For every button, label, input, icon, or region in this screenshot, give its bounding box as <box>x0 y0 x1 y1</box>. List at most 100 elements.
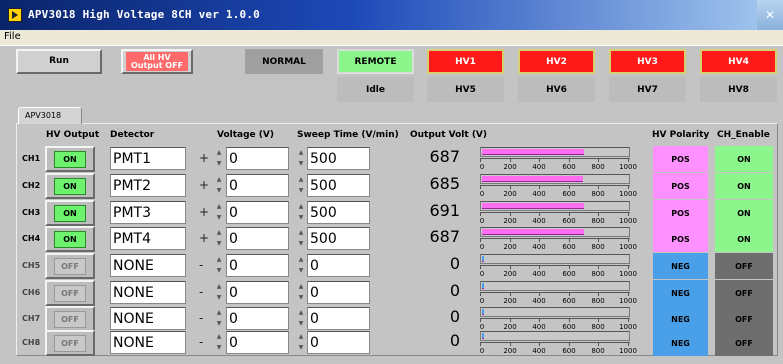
hv-polarity-indicator[interactable]: NEG <box>653 306 708 332</box>
decrement-icon[interactable]: ▼ <box>296 292 306 303</box>
detector-field[interactable]: PMT4 <box>110 227 186 250</box>
sweep-time-input[interactable]: 0 <box>307 331 370 354</box>
voltage-input[interactable]: 0 <box>226 281 289 304</box>
decrement-icon[interactable]: ▼ <box>214 212 224 223</box>
decrement-icon[interactable]: ▼ <box>214 318 224 329</box>
increment-icon[interactable]: ▲ <box>296 307 306 318</box>
hv-output-toggle[interactable]: OFF <box>45 330 95 356</box>
increment-icon[interactable]: ▲ <box>296 281 306 292</box>
increment-icon[interactable]: ▲ <box>296 227 306 238</box>
increment-icon[interactable]: ▲ <box>296 331 306 342</box>
ch-enable-indicator[interactable]: OFF <box>715 306 773 332</box>
sweep-time-input[interactable]: 500 <box>307 147 370 170</box>
detector-field[interactable]: NONE <box>110 281 186 304</box>
voltage-spinner[interactable]: ▲ ▼ <box>214 281 224 304</box>
increment-icon[interactable]: ▲ <box>214 307 224 318</box>
voltage-input[interactable]: 0 <box>226 147 289 170</box>
decrement-icon[interactable]: ▼ <box>214 238 224 249</box>
increment-icon[interactable]: ▲ <box>296 201 306 212</box>
voltage-input[interactable]: 0 <box>226 254 289 277</box>
hv-output-toggle[interactable]: ON <box>45 146 95 172</box>
voltage-spinner[interactable]: ▲ ▼ <box>214 201 224 224</box>
menu-file[interactable]: File <box>4 31 21 42</box>
hv-output-toggle[interactable]: ON <box>45 226 95 252</box>
decrement-icon[interactable]: ▼ <box>214 292 224 303</box>
sweep-spinner[interactable]: ▲ ▼ <box>296 307 306 330</box>
ch-enable-indicator[interactable]: ON <box>715 173 773 199</box>
hv-output-toggle[interactable]: ON <box>45 200 95 226</box>
increment-icon[interactable]: ▲ <box>214 174 224 185</box>
voltage-input[interactable]: 0 <box>226 227 289 250</box>
voltage-spinner[interactable]: ▲ ▼ <box>214 254 224 277</box>
ch-enable-indicator[interactable]: OFF <box>715 280 773 306</box>
increment-icon[interactable]: ▲ <box>214 331 224 342</box>
decrement-icon[interactable]: ▼ <box>214 265 224 276</box>
detector-field[interactable]: NONE <box>110 331 186 354</box>
hv-polarity-indicator[interactable]: POS <box>653 173 708 199</box>
decrement-icon[interactable]: ▼ <box>296 212 306 223</box>
increment-icon[interactable]: ▲ <box>214 227 224 238</box>
hv-polarity-indicator[interactable]: NEG <box>653 330 708 356</box>
decrement-icon[interactable]: ▼ <box>296 265 306 276</box>
decrement-icon[interactable]: ▼ <box>214 158 224 169</box>
sweep-spinner[interactable]: ▲ ▼ <box>296 227 306 250</box>
voltage-input[interactable]: 0 <box>226 307 289 330</box>
all-hv-off-button[interactable]: All HV Output OFF <box>121 49 193 74</box>
run-button[interactable]: Run <box>16 49 102 74</box>
increment-icon[interactable]: ▲ <box>214 147 224 158</box>
decrement-icon[interactable]: ▼ <box>214 342 224 353</box>
detector-field[interactable]: PMT1 <box>110 147 186 170</box>
hv-polarity-indicator[interactable]: NEG <box>653 280 708 306</box>
detector-field[interactable]: PMT2 <box>110 174 186 197</box>
voltage-spinner[interactable]: ▲ ▼ <box>214 174 224 197</box>
increment-icon[interactable]: ▲ <box>214 254 224 265</box>
sweep-time-input[interactable]: 500 <box>307 227 370 250</box>
voltage-input[interactable]: 0 <box>226 174 289 197</box>
voltage-input[interactable]: 0 <box>226 331 289 354</box>
hv-polarity-indicator[interactable]: POS <box>653 200 708 226</box>
sweep-spinner[interactable]: ▲ ▼ <box>296 254 306 277</box>
sweep-spinner[interactable]: ▲ ▼ <box>296 147 306 170</box>
hv-output-toggle[interactable]: OFF <box>45 253 95 279</box>
sweep-time-input[interactable]: 500 <box>307 174 370 197</box>
ch-enable-indicator[interactable]: ON <box>715 226 773 252</box>
detector-field[interactable]: NONE <box>110 307 186 330</box>
hv-polarity-indicator[interactable]: POS <box>653 146 708 172</box>
voltage-spinner[interactable]: ▲ ▼ <box>214 147 224 170</box>
sweep-spinner[interactable]: ▲ ▼ <box>296 331 306 354</box>
increment-icon[interactable]: ▲ <box>296 147 306 158</box>
hv-polarity-indicator[interactable]: NEG <box>653 253 708 279</box>
ch-enable-indicator[interactable]: OFF <box>715 330 773 356</box>
title-bar[interactable]: APV3018 High Voltage 8CH ver 1.0.0 ✕ <box>0 0 783 30</box>
sweep-time-input[interactable]: 0 <box>307 254 370 277</box>
ch-enable-indicator[interactable]: ON <box>715 146 773 172</box>
sweep-spinner[interactable]: ▲ ▼ <box>296 281 306 304</box>
decrement-icon[interactable]: ▼ <box>296 342 306 353</box>
sweep-time-input[interactable]: 0 <box>307 281 370 304</box>
increment-icon[interactable]: ▲ <box>296 254 306 265</box>
decrement-icon[interactable]: ▼ <box>214 185 224 196</box>
voltage-input[interactable]: 0 <box>226 201 289 224</box>
voltage-spinner[interactable]: ▲ ▼ <box>214 331 224 354</box>
voltage-spinner[interactable]: ▲ ▼ <box>214 307 224 330</box>
decrement-icon[interactable]: ▼ <box>296 185 306 196</box>
decrement-icon[interactable]: ▼ <box>296 318 306 329</box>
detector-field[interactable]: NONE <box>110 254 186 277</box>
increment-icon[interactable]: ▲ <box>214 201 224 212</box>
increment-icon[interactable]: ▲ <box>296 174 306 185</box>
close-icon[interactable]: ✕ <box>757 0 783 30</box>
sweep-spinner[interactable]: ▲ ▼ <box>296 201 306 224</box>
decrement-icon[interactable]: ▼ <box>296 238 306 249</box>
decrement-icon[interactable]: ▼ <box>296 158 306 169</box>
hv-output-toggle[interactable]: OFF <box>45 280 95 306</box>
hv-polarity-indicator[interactable]: POS <box>653 226 708 252</box>
increment-icon[interactable]: ▲ <box>214 281 224 292</box>
hv-output-toggle[interactable]: OFF <box>45 306 95 332</box>
voltage-spinner[interactable]: ▲ ▼ <box>214 227 224 250</box>
sweep-time-input[interactable]: 500 <box>307 201 370 224</box>
sweep-spinner[interactable]: ▲ ▼ <box>296 174 306 197</box>
tab-apv3018[interactable]: APV3018 <box>18 107 82 124</box>
ch-enable-indicator[interactable]: ON <box>715 200 773 226</box>
detector-field[interactable]: PMT3 <box>110 201 186 224</box>
hv-output-toggle[interactable]: ON <box>45 173 95 199</box>
